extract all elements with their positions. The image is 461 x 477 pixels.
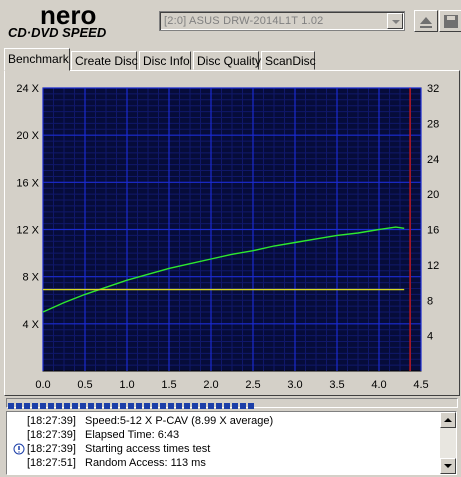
x-tick-label: 3.0 bbox=[287, 379, 302, 391]
progress-segment bbox=[184, 403, 190, 409]
progress-segment bbox=[104, 403, 110, 409]
progress-segment bbox=[96, 403, 102, 409]
logo-product-text: CD·DVD SPEED bbox=[8, 25, 107, 40]
progress-segment bbox=[200, 403, 206, 409]
arrow-down-icon bbox=[444, 464, 452, 468]
tab-disc-info[interactable]: Disc Info bbox=[139, 51, 191, 70]
progress-segment bbox=[176, 403, 182, 409]
y-left-tick-label: 4 X bbox=[22, 319, 39, 331]
y-right-tick-label: 4 bbox=[427, 331, 433, 343]
progress-segment bbox=[16, 403, 22, 409]
y-right-tick-label: 24 bbox=[427, 154, 439, 166]
log-scrollbar[interactable] bbox=[440, 412, 456, 474]
y-right-tick-label: 32 bbox=[427, 83, 439, 95]
y-right-tick-label: 16 bbox=[427, 225, 439, 237]
x-tick-label: 4.0 bbox=[371, 379, 386, 391]
progress-segment bbox=[48, 403, 54, 409]
x-tick-label: 3.5 bbox=[329, 379, 344, 391]
progress-segment bbox=[136, 403, 142, 409]
x-tick-label: 2.5 bbox=[245, 379, 260, 391]
nero-logo: nero CD·DVD SPEED bbox=[6, 0, 156, 40]
progress-segment bbox=[80, 403, 86, 409]
log-list[interactable]: [18:27:39] Speed:5-12 X P-CAV (8.99 X ave… bbox=[6, 411, 457, 475]
y-left-tick-label: 20 X bbox=[16, 130, 39, 142]
log-time: [18:27:51] bbox=[27, 457, 76, 469]
y-left-tick-label: 12 X bbox=[16, 225, 39, 237]
tab-benchmark[interactable]: Benchmark bbox=[4, 48, 70, 71]
x-tick-label: 1.0 bbox=[119, 379, 134, 391]
progress-segment bbox=[8, 403, 14, 409]
y-left-tick-label: 16 X bbox=[16, 177, 39, 189]
save-button[interactable] bbox=[439, 10, 461, 32]
progress-fill bbox=[8, 403, 254, 409]
arrow-up-icon bbox=[444, 418, 452, 422]
log-message: Random Access: 113 ms bbox=[85, 457, 206, 469]
progress-segment bbox=[112, 403, 118, 409]
progress-segment bbox=[248, 403, 254, 409]
drive-select-value: [2:0] ASUS DRW-2014L1T 1.02 bbox=[164, 15, 324, 27]
progress-segment bbox=[32, 403, 38, 409]
progress-segment bbox=[240, 403, 246, 409]
y-right-tick-label: 20 bbox=[427, 189, 439, 201]
tab-disc-quality[interactable]: Disc Quality bbox=[193, 51, 261, 70]
progress-segment bbox=[192, 403, 198, 409]
log-time: [18:27:39] bbox=[27, 429, 76, 441]
progress-segment bbox=[216, 403, 222, 409]
progress-segment bbox=[168, 403, 174, 409]
log-message: Elapsed Time: 6:43 bbox=[85, 429, 180, 441]
y-left-tick-label: 8 X bbox=[22, 272, 39, 284]
progress-segment bbox=[152, 403, 158, 409]
progress-segment bbox=[128, 403, 134, 409]
y-right-tick-label: 28 bbox=[427, 118, 439, 130]
progress-segment bbox=[144, 403, 150, 409]
tab-scandisc[interactable]: ScanDisc bbox=[261, 51, 316, 70]
eject-button[interactable] bbox=[414, 10, 438, 32]
x-tick-label: 4.5 bbox=[413, 379, 428, 391]
eject-icon bbox=[420, 17, 432, 28]
progress-segment bbox=[88, 403, 94, 409]
progress-segment bbox=[72, 403, 78, 409]
progress-segment bbox=[208, 403, 214, 409]
y-right-tick-label: 8 bbox=[427, 295, 433, 307]
y-right-tick-label: 12 bbox=[427, 260, 439, 272]
progress-segment bbox=[24, 403, 30, 409]
chevron-down-icon[interactable] bbox=[387, 13, 403, 29]
progress-bar bbox=[6, 398, 458, 409]
x-tick-label: 2.0 bbox=[203, 379, 218, 391]
progress-segment bbox=[160, 403, 166, 409]
progress-segment bbox=[64, 403, 70, 409]
benchmark-panel: 0.0 0.5 1.0 1.5 2.0 2.5 3.0 3.5 4.0 4.5 4 X 8 X 12 X… bbox=[4, 70, 460, 396]
floppy-icon bbox=[444, 15, 458, 28]
y-left-tick-label: 24 X bbox=[16, 83, 39, 95]
log-message: Starting access times test bbox=[85, 443, 211, 455]
log-time: [18:27:39] bbox=[27, 415, 76, 427]
log-time: [18:27:39] bbox=[27, 443, 76, 455]
progress-segment bbox=[224, 403, 230, 409]
info-icon bbox=[13, 443, 25, 455]
benchmark-chart: 0.0 0.5 1.0 1.5 2.0 2.5 3.0 3.5 4.0 4.5 4 X 8 X 12 X… bbox=[16, 83, 439, 391]
scroll-down-button[interactable] bbox=[440, 458, 456, 474]
progress-segment bbox=[40, 403, 46, 409]
progress-segment bbox=[56, 403, 62, 409]
scroll-up-button[interactable] bbox=[440, 412, 456, 428]
x-tick-label: 0.5 bbox=[77, 379, 92, 391]
tab-create-disc[interactable]: Create Disc bbox=[71, 51, 138, 70]
progress-segment bbox=[120, 403, 126, 409]
x-tick-label: 0.0 bbox=[35, 379, 50, 391]
x-tick-label: 1.5 bbox=[161, 379, 176, 391]
drive-select[interactable]: [2:0] ASUS DRW-2014L1T 1.02 bbox=[159, 11, 405, 31]
log-message: Speed:5-12 X P-CAV (8.99 X average) bbox=[85, 415, 274, 427]
progress-segment bbox=[232, 403, 238, 409]
